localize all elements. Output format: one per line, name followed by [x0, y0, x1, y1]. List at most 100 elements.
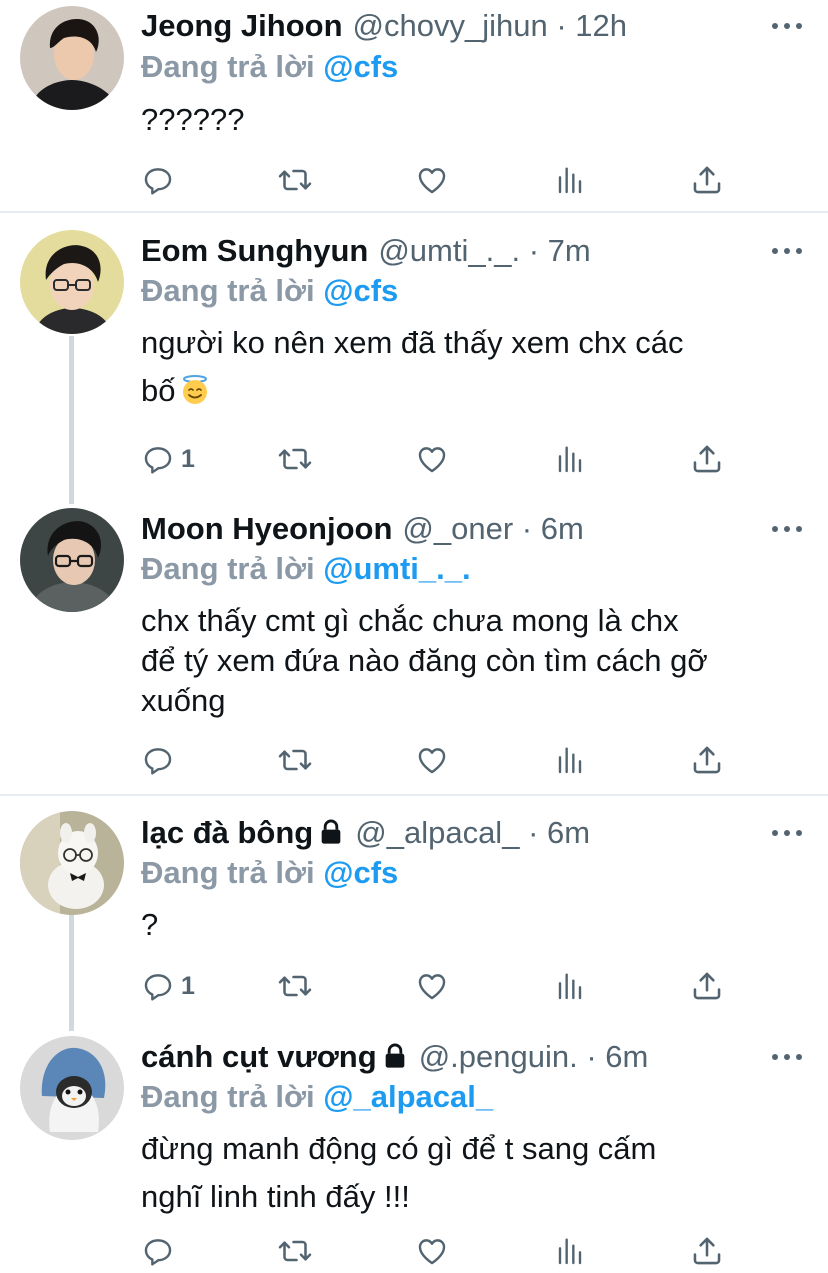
replying-prefix: Đang trả lời [141, 273, 315, 308]
analytics-button[interactable] [554, 160, 586, 200]
timestamp[interactable]: 6m [547, 815, 590, 850]
handle[interactable]: @umti_._. [378, 233, 520, 268]
tweet-text: ? [141, 905, 801, 945]
handle[interactable]: @_alpacal_ [355, 815, 519, 850]
retweet-icon [277, 1233, 313, 1269]
reply-icon [141, 1234, 175, 1268]
reply-button[interactable] [141, 1231, 181, 1271]
heart-icon [415, 969, 449, 1003]
tweet-text-line: người ko nên xem đã thấy xem chx các [141, 325, 684, 360]
handle[interactable]: @_oner [402, 511, 513, 546]
tweet-text-line: ?????? [141, 102, 245, 137]
replying-to-handle[interactable]: @_alpacal_ [323, 1079, 493, 1114]
analytics-button[interactable] [554, 966, 586, 1006]
timestamp[interactable]: 7m [548, 233, 591, 268]
more-icon[interactable] [772, 245, 802, 257]
share-icon [690, 969, 724, 1003]
tweet-text: người ko nên xem đã thấy xem chx các bố [141, 323, 801, 411]
tweet-header: lạc đà bông @_alpacal_ · 6m [141, 813, 590, 853]
reply-icon [141, 163, 175, 197]
replying-to-handle[interactable]: @cfs [323, 855, 398, 890]
display-name[interactable]: lạc đà bông [141, 815, 313, 850]
avatar[interactable] [20, 6, 124, 110]
replying-prefix: Đang trả lời [141, 1079, 315, 1114]
replying-prefix: Đang trả lời [141, 49, 315, 84]
tweet-text-line: nghĩ linh tinh đấy !!! [141, 1179, 410, 1214]
share-button[interactable] [690, 740, 724, 780]
reply-button[interactable]: 1 [141, 439, 195, 479]
analytics-icon [554, 970, 586, 1002]
replying-to-handle[interactable]: @cfs [323, 273, 398, 308]
share-button[interactable] [690, 160, 724, 200]
reply-icon [141, 743, 175, 777]
display-name[interactable]: Moon Hyeonjoon [141, 511, 392, 546]
retweet-button[interactable] [277, 740, 313, 780]
analytics-icon [554, 744, 586, 776]
more-icon[interactable] [772, 20, 802, 32]
replying-to: Đang trả lời @_alpacal_ [141, 1077, 493, 1117]
more-icon[interactable] [772, 523, 802, 535]
heart-icon [415, 442, 449, 476]
tweet[interactable]: Jeong Jihoon @chovy_jihun · 12h Đang trả … [0, 0, 828, 212]
replying-to: Đang trả lời @cfs [141, 853, 398, 893]
replying-to-handle[interactable]: @umti_._. [323, 551, 470, 586]
reply-icon [141, 442, 175, 476]
replying-to-handle[interactable]: @cfs [323, 49, 398, 84]
display-name[interactable]: cánh cụt vương [141, 1039, 377, 1074]
separator-dot: · [528, 233, 540, 268]
avatar[interactable] [20, 508, 124, 612]
analytics-icon [554, 443, 586, 475]
analytics-button[interactable] [554, 439, 586, 479]
avatar[interactable] [20, 230, 124, 334]
tweet[interactable]: lạc đà bông @_alpacal_ · 6m Đang trả lời … [0, 796, 828, 1018]
like-button[interactable] [415, 160, 449, 200]
share-button[interactable] [690, 966, 724, 1006]
tweet[interactable]: cánh cụt vương @.penguin. · 6m Đang trả l… [0, 1019, 828, 1273]
reply-button[interactable] [141, 740, 181, 780]
avatar[interactable] [20, 1036, 124, 1140]
avatar[interactable] [20, 811, 124, 915]
display-name[interactable]: Eom Sunghyun [141, 233, 368, 268]
handle[interactable]: @chovy_jihun [353, 8, 548, 43]
heart-icon [415, 163, 449, 197]
handle[interactable]: @.penguin. [419, 1039, 578, 1074]
timestamp[interactable]: 6m [541, 511, 584, 546]
display-name[interactable]: Jeong Jihoon [141, 8, 343, 43]
retweet-icon [277, 968, 313, 1004]
tweet[interactable]: Moon Hyeonjoon @_oner · 6m Đang trả lời @… [0, 490, 828, 794]
reply-button[interactable] [141, 160, 181, 200]
reply-button[interactable]: 1 [141, 966, 195, 1006]
tweet[interactable]: Eom Sunghyun @umti_._. · 7m Đang trả lời … [0, 213, 828, 489]
retweet-button[interactable] [277, 1231, 313, 1271]
like-button[interactable] [415, 1231, 449, 1271]
like-button[interactable] [415, 966, 449, 1006]
tweet-text-line: chx thấy cmt gì chắc chưa mong là chx [141, 603, 679, 638]
retweet-icon [277, 162, 313, 198]
separator-dot: · [586, 1039, 597, 1074]
retweet-button[interactable] [277, 439, 313, 479]
like-button[interactable] [415, 740, 449, 780]
like-button[interactable] [415, 439, 449, 479]
tweet-text-line: bố [141, 373, 176, 408]
tweet-text: đừng manh động có gì để t sang cấm nghĩ … [141, 1129, 801, 1217]
tweet-header: Eom Sunghyun @umti_._. · 7m [141, 231, 591, 271]
analytics-button[interactable] [554, 740, 586, 780]
replying-prefix: Đang trả lời [141, 551, 315, 586]
timestamp[interactable]: 6m [605, 1039, 648, 1074]
analytics-button[interactable] [554, 1231, 586, 1271]
more-icon[interactable] [772, 827, 802, 839]
share-button[interactable] [690, 1231, 724, 1271]
retweet-button[interactable] [277, 966, 313, 1006]
replying-to: Đang trả lời @cfs [141, 271, 398, 311]
tweet-text-line: xuống [141, 683, 226, 718]
replying-prefix: Đang trả lời [141, 855, 315, 890]
more-icon[interactable] [772, 1051, 802, 1063]
replying-to: Đang trả lời @cfs [141, 47, 398, 87]
tweet-text-line: ? [141, 907, 159, 942]
action-bar [0, 740, 828, 780]
tweet-text-line: đừng manh động có gì để t sang cấm [141, 1131, 657, 1166]
share-icon [690, 163, 724, 197]
timestamp[interactable]: 12h [575, 8, 627, 43]
share-button[interactable] [690, 439, 724, 479]
retweet-button[interactable] [277, 160, 313, 200]
